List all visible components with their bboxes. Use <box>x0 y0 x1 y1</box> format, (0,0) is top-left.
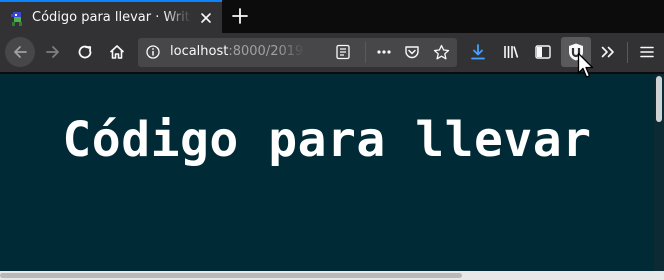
reload-button[interactable] <box>70 37 100 67</box>
vertical-scrollbar[interactable] <box>654 74 664 280</box>
forward-button[interactable] <box>38 37 68 67</box>
toolbar-separator <box>627 42 628 63</box>
nav-toolbar: localhost:8000/2019/w <box>0 33 664 73</box>
url-host: localhost <box>170 44 229 59</box>
mouse-cursor <box>577 52 594 78</box>
home-icon <box>109 45 125 59</box>
home-button[interactable] <box>102 37 132 67</box>
reader-view-icon[interactable] <box>335 44 351 60</box>
main-menu-button[interactable] <box>632 37 662 67</box>
horizontal-scrollbar[interactable] <box>0 271 654 280</box>
vertical-scroll-thumb[interactable] <box>656 76 662 122</box>
forward-icon <box>46 46 59 58</box>
page-content: Código para llevar <box>0 74 664 280</box>
urlbar-separator <box>365 42 366 63</box>
tab-title: Código para llevar · Writing <box>32 10 192 25</box>
favicon <box>11 12 22 26</box>
info-icon[interactable] <box>146 45 160 59</box>
downloads-button[interactable] <box>463 37 493 67</box>
back-button[interactable] <box>5 37 35 67</box>
library-icon <box>504 46 519 58</box>
overflow-icon <box>601 46 614 58</box>
plus-icon[interactable] <box>231 7 249 25</box>
sidebar-button[interactable] <box>528 37 558 67</box>
close-icon[interactable] <box>199 11 213 25</box>
sidebar-icon <box>535 45 551 59</box>
more-actions-icon[interactable] <box>376 44 392 60</box>
url-path: :8000/2019/w <box>228 44 305 59</box>
pocket-icon[interactable] <box>404 44 420 60</box>
horizontal-scroll-thumb[interactable] <box>0 273 462 278</box>
scrollbar-corner <box>654 271 664 280</box>
page-title: Código para llevar <box>62 112 592 168</box>
url-text[interactable]: localhost:8000/2019/w <box>170 44 305 59</box>
active-tab[interactable]: Código para llevar · Writing <box>0 0 222 33</box>
tab-strip: Código para llevar · Writing <box>0 0 664 33</box>
overflow-button[interactable] <box>593 37 623 67</box>
library-button[interactable] <box>496 37 526 67</box>
url-bar[interactable]: localhost:8000/2019/w <box>138 38 457 67</box>
reload-icon <box>78 45 92 59</box>
star-icon[interactable] <box>433 44 450 61</box>
download-icon <box>471 44 485 60</box>
back-icon <box>14 46 27 58</box>
hamburger-menu-icon <box>640 46 654 58</box>
